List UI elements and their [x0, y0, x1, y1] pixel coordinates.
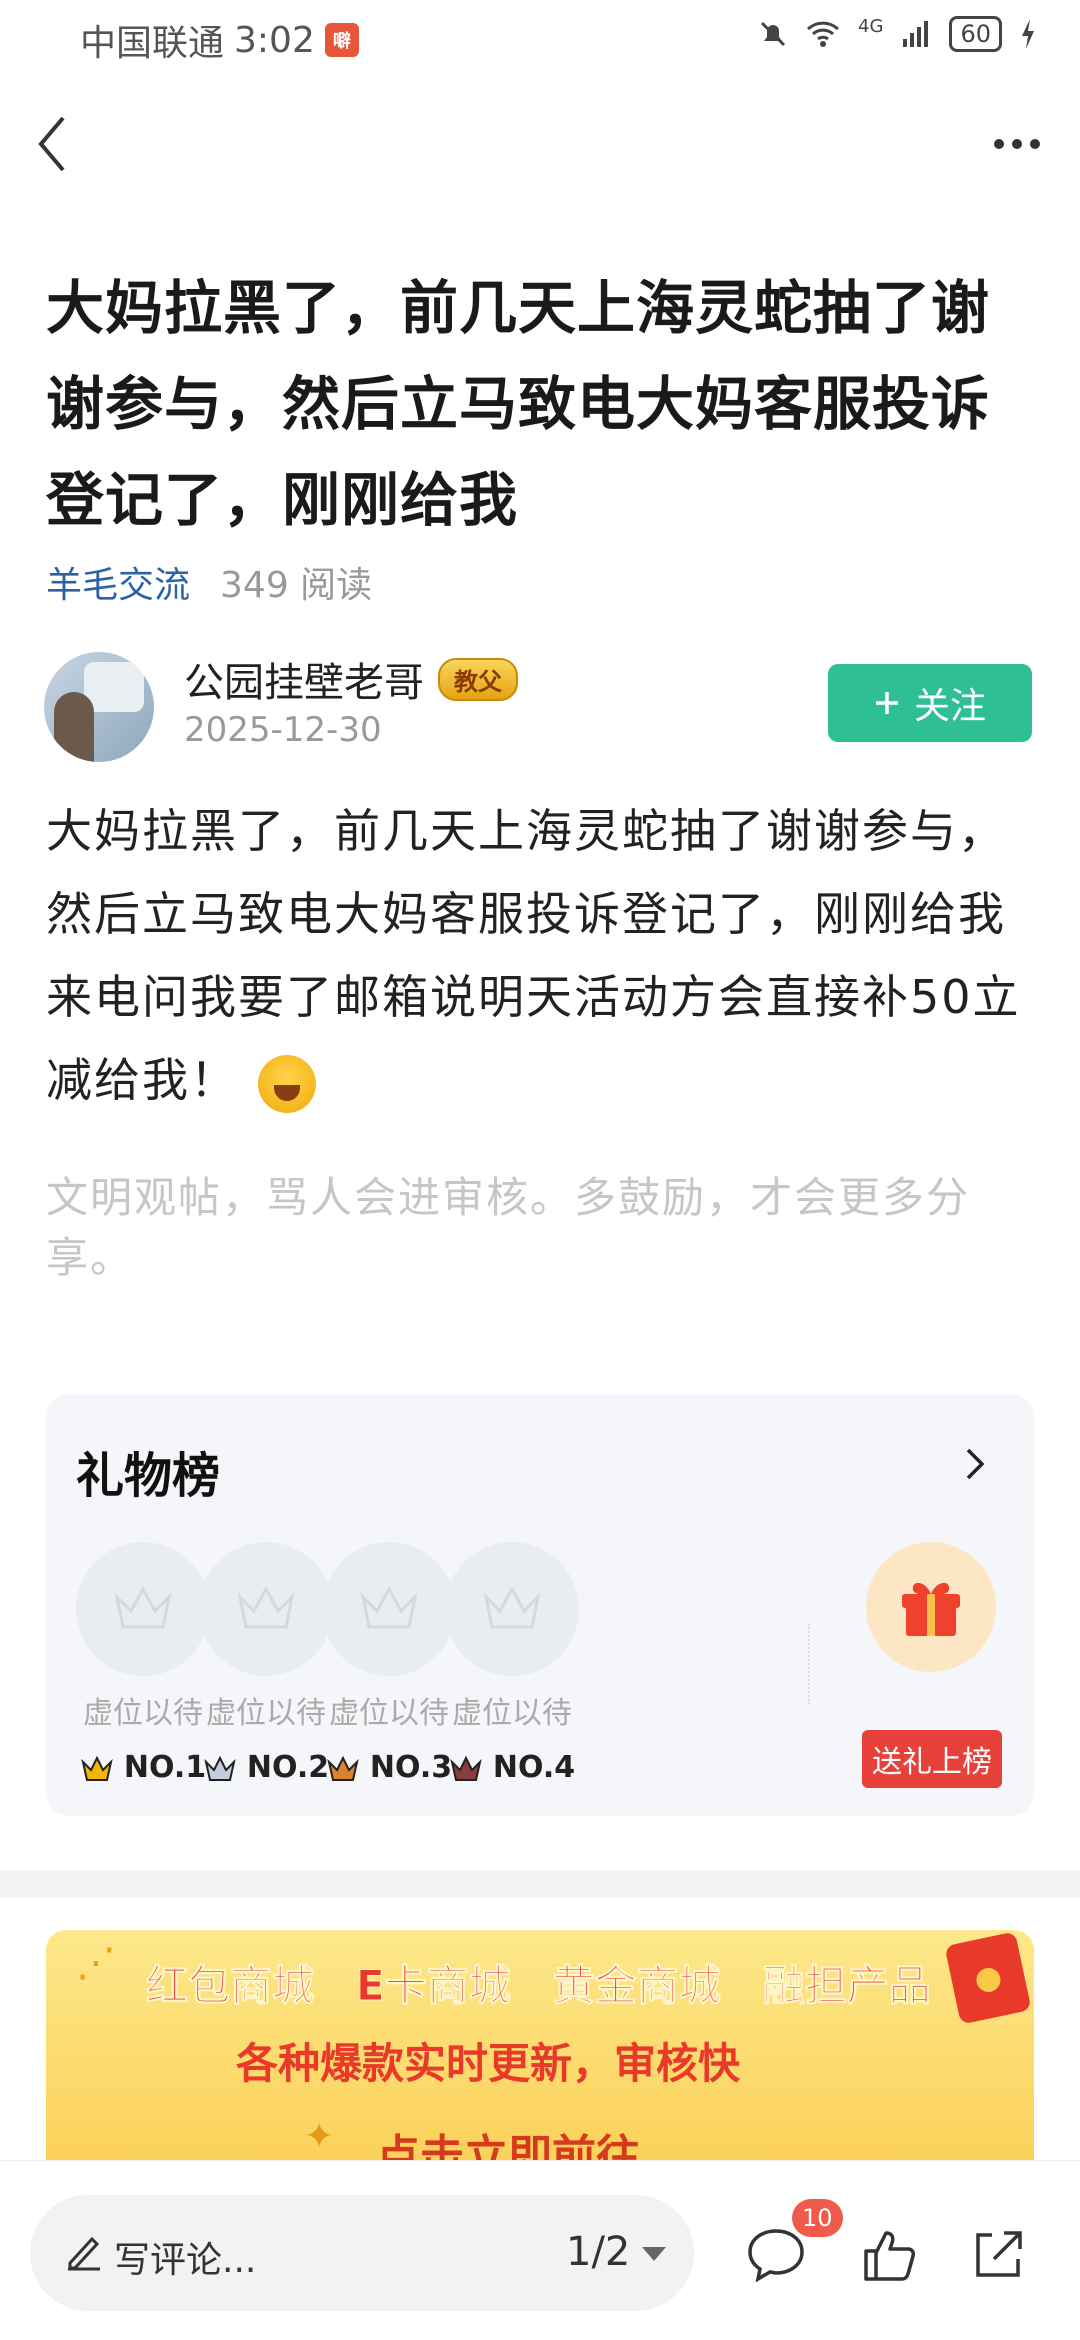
banner-item: 黄金商城	[552, 1961, 721, 2011]
star-sparkle-icon: ✦	[304, 2116, 335, 2157]
author-name[interactable]: 公园挂壁老哥	[184, 650, 424, 708]
crown-gold-icon	[81, 1755, 113, 1781]
like-button[interactable]	[858, 2223, 922, 2287]
gift-board-more-button[interactable]	[950, 1434, 1000, 1494]
slot-rank: NO.1	[76, 1750, 210, 1785]
gift-slot-1[interactable]: 虚位以待 NO.1	[76, 1542, 210, 1785]
rank-label: NO.1	[123, 1750, 207, 1785]
follow-label: 关注	[913, 686, 986, 727]
crown-outline-icon	[360, 1585, 418, 1629]
charging-icon	[1022, 19, 1034, 49]
comment-bubble-icon	[748, 2229, 804, 2283]
more-options-button[interactable]	[982, 116, 1052, 172]
gift-board-title: 礼物榜	[76, 1448, 221, 1504]
crown-dark-icon	[450, 1755, 482, 1781]
gift-icon	[902, 1582, 960, 1636]
wifi-icon	[807, 21, 840, 47]
sparkle-icon: ⋰	[76, 1940, 116, 1986]
avatar[interactable]	[44, 652, 154, 762]
promo-banner[interactable]: ⋰ 红包商城 E卡商城 黄金商城 融担产品 各种爆款实时更新，审核快 ✦ 点击立…	[46, 1930, 1034, 2160]
share-icon	[976, 2231, 1022, 2277]
slot-label: 虚位以待	[329, 1696, 449, 1731]
chevron-right-icon	[966, 1448, 985, 1480]
gift-slot-3[interactable]: 虚位以待 NO.3	[322, 1542, 456, 1785]
post-meta: 羊毛交流 349 阅读	[46, 556, 372, 608]
gift-slot-2[interactable]: 虚位以待 NO.2	[199, 1542, 333, 1785]
slot-placeholder	[199, 1542, 333, 1676]
comment-placeholder: 写评论...	[114, 2240, 257, 2281]
category-link[interactable]: 羊毛交流	[46, 556, 190, 608]
slot-placeholder	[322, 1542, 456, 1676]
battery-indicator: 60	[949, 16, 1002, 52]
status-right: 4G 60	[758, 16, 1036, 52]
more-dot-icon	[1030, 139, 1040, 149]
crown-bronze-icon	[327, 1755, 359, 1781]
crying-face-emoji-icon	[258, 1054, 316, 1113]
crown-outline-icon	[483, 1585, 541, 1629]
crown-silver-icon	[204, 1755, 236, 1781]
more-dot-icon	[1012, 139, 1022, 149]
gift-board: 礼物榜 虚位以待 NO.1 虚位以待 NO.2 虚位以待 NO.3 虚位以待 N…	[46, 1394, 1034, 1816]
gift-divider	[808, 1624, 810, 1704]
pencil-icon	[68, 2236, 100, 2271]
rank-label: NO.3	[369, 1750, 453, 1785]
read-count: 349 阅读	[220, 565, 373, 606]
post-body: 大妈拉黑了，前几天上海灵蛇抽了谢谢参与，然后立马致电大妈客服投诉登记了，刚刚给我…	[46, 790, 1036, 1122]
more-dot-icon	[994, 139, 1004, 149]
banner-item: E卡商城	[356, 1961, 512, 2011]
rank-label: NO.2	[246, 1750, 330, 1785]
community-notice: 文明观帖，骂人会进审核。多鼓励，才会更多分享。	[46, 1173, 971, 1282]
network-type: 4G	[858, 16, 884, 37]
slot-placeholder	[445, 1542, 579, 1676]
page-indicator[interactable]: 1/2	[566, 2229, 630, 2275]
slot-rank: NO.3	[322, 1750, 456, 1785]
banner-items: 红包商城 E卡商城 黄金商城 融担产品	[145, 1952, 931, 2013]
follow-button[interactable]: 关注	[828, 664, 1032, 742]
post-title: 大妈拉黑了，前几天上海灵蛇抽了谢谢参与，然后立马致电大妈客服投诉登记了，刚刚给我	[46, 274, 991, 534]
gift-box-button[interactable]	[866, 1542, 996, 1672]
carrier-name: 中国联通	[80, 23, 225, 64]
red-envelope-icon	[944, 1931, 1032, 2025]
comment-input[interactable]: 写评论... 1/2	[30, 2195, 694, 2311]
slot-label: 虚位以待	[83, 1696, 203, 1731]
back-button[interactable]	[22, 112, 82, 176]
send-gift-button[interactable]: 送礼上榜	[862, 1730, 1002, 1788]
mute-icon	[760, 21, 786, 47]
post-date: 2025-12-30	[184, 710, 382, 750]
top-navigation	[0, 96, 1080, 192]
share-button[interactable]	[966, 2223, 1030, 2287]
app-notification-icon: 噼	[324, 23, 359, 57]
status-bar: 中国联通 3:02 噼 4G 60	[0, 0, 1080, 72]
slot-label: 虚位以待	[206, 1696, 326, 1731]
chevron-left-icon	[38, 116, 65, 172]
crown-outline-icon	[237, 1585, 295, 1629]
slot-rank: NO.4	[445, 1750, 579, 1785]
banner-cta: 点击立即前往	[376, 2131, 640, 2160]
bottom-action-bar: 写评论... 1/2 10	[0, 2160, 1080, 2340]
status-left: 中国联通 3:02 噼	[80, 14, 359, 66]
thumbs-up-icon	[864, 2231, 915, 2281]
page-dropdown-icon[interactable]	[642, 2247, 666, 2261]
author-row: 公园挂壁老哥 教父	[184, 650, 518, 708]
avatar-artwork	[84, 662, 144, 712]
comment-count-badge: 10	[792, 2199, 843, 2237]
clock: 3:02	[234, 19, 315, 61]
rank-label: NO.4	[492, 1750, 576, 1785]
crown-outline-icon	[114, 1585, 172, 1629]
banner-subtitle: 各种爆款实时更新，审核快	[236, 2039, 741, 2088]
signal-icon	[903, 21, 929, 47]
section-separator	[0, 1870, 1080, 1898]
author-badge: 教父	[438, 657, 518, 701]
plus-icon	[875, 692, 898, 714]
slot-rank: NO.2	[199, 1750, 333, 1785]
post-body-text: 大妈拉黑了，前几天上海灵蛇抽了谢谢参与，然后立马致电大妈客服投诉登记了，刚刚给我…	[46, 804, 1021, 1107]
gift-slot-4[interactable]: 虚位以待 NO.4	[445, 1542, 579, 1785]
avatar-figure	[54, 692, 94, 762]
banner-item: 融担产品	[762, 1961, 931, 2011]
slot-placeholder	[76, 1542, 210, 1676]
banner-item: 红包商城	[145, 1961, 315, 2011]
slot-label: 虚位以待	[452, 1696, 572, 1731]
